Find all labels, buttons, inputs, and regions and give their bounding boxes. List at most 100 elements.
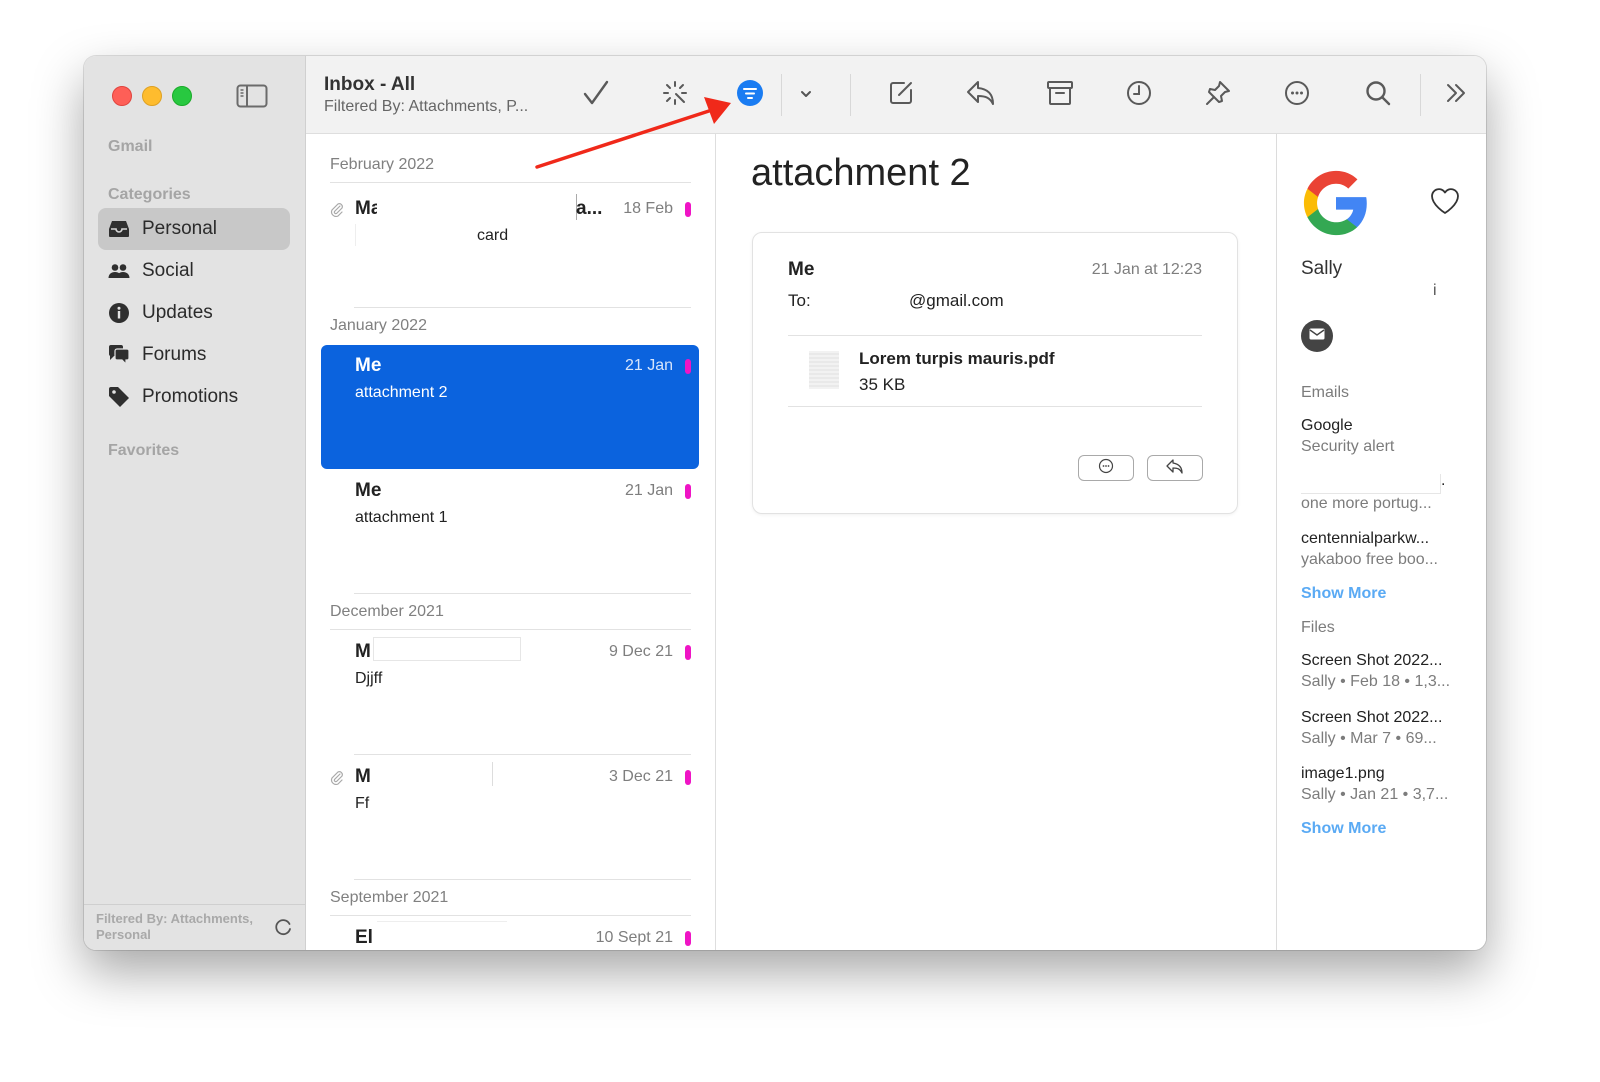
sidebar-item-updates[interactable]: Updates: [98, 292, 290, 334]
categorize-button[interactable]: [658, 78, 692, 112]
redacted-sender: [377, 921, 507, 945]
email-item-title[interactable]: Google: [1301, 417, 1353, 435]
toolbar: Inbox - All Filtered By: Attachments, P.…: [306, 56, 1486, 134]
message-row[interactable]: El 10 Sept 21: [321, 917, 699, 950]
message-list: February 2022 Ma a... 18 Feb card Januar…: [306, 134, 716, 950]
snooze-button[interactable]: [1122, 78, 1156, 112]
sidebar-item-label: Updates: [142, 302, 213, 323]
sidebar-item-label: Social: [142, 260, 194, 281]
toolbar-divider: [781, 74, 782, 116]
more-icon: [1283, 79, 1311, 112]
attachment-size: 35 KB: [859, 375, 906, 394]
zoom-window-button[interactable]: [172, 86, 192, 106]
message-subject: Ff: [355, 795, 370, 812]
search-button[interactable]: [1361, 78, 1395, 112]
email-item-title[interactable]: .: [1441, 472, 1445, 490]
email-item-title[interactable]: centennialparkw...: [1301, 530, 1429, 548]
pdf-thumbnail-icon[interactable]: [809, 351, 839, 389]
message-date: 21 Jan: [624, 357, 673, 374]
refresh-icon[interactable]: [273, 917, 293, 937]
sidebar-item-social[interactable]: Social: [98, 250, 290, 292]
emails-section-label: Emails: [1301, 384, 1350, 401]
message-date: 9 Dec 21: [608, 643, 673, 660]
email-item-subtitle: yakaboo free boo...: [1301, 551, 1438, 568]
reply-button[interactable]: [964, 78, 998, 112]
sidebar-item-promotions[interactable]: Promotions: [98, 376, 290, 418]
sidebar-toggle-icon[interactable]: [236, 84, 268, 108]
toolbar-divider: [850, 74, 851, 116]
paperclip-icon: [329, 769, 343, 786]
search-icon: [1364, 79, 1392, 112]
chevron-down-icon: [799, 86, 813, 104]
message-card: Me 21 Jan at 12:23 To: @gmail.com Lorem …: [752, 232, 1238, 514]
redacted-sender: [373, 637, 521, 661]
divider: [354, 879, 691, 880]
contact-detail-tail: i: [1433, 282, 1437, 299]
divider: [354, 754, 691, 755]
minimize-window-button[interactable]: [142, 86, 162, 106]
message-row[interactable]: M 9 Dec 21 Djjff: [321, 631, 699, 755]
divider: [330, 182, 691, 183]
file-item-title[interactable]: Screen Shot 2022...: [1301, 709, 1442, 727]
message-subject: attachment 1: [355, 509, 448, 526]
categories-label: Categories: [108, 186, 191, 203]
email-item-subtitle: Security alert: [1301, 438, 1395, 455]
reading-pane: attachment 2 Me 21 Jan at 12:23 To: @gma…: [716, 134, 1276, 950]
file-item-title[interactable]: Screen Shot 2022...: [1301, 652, 1442, 670]
redacted-sender: [377, 194, 577, 220]
message-row[interactable]: M 3 Dec 21 Ff: [321, 756, 699, 880]
more-actions-button[interactable]: [1280, 78, 1314, 112]
show-more-emails-link[interactable]: Show More: [1301, 585, 1386, 603]
filter-button[interactable]: [733, 78, 767, 112]
send-email-button[interactable]: [1301, 320, 1333, 352]
message-title: attachment 2: [751, 152, 971, 194]
chevrons-right-icon: [1444, 82, 1468, 109]
filter-status-bar: Filtered By: Attachments, Personal: [84, 904, 305, 950]
pin-button[interactable]: [1201, 78, 1235, 112]
account-label: Gmail: [108, 138, 153, 155]
flag-marker: [685, 931, 691, 946]
message-row[interactable]: Ma a... 18 Feb card: [321, 188, 699, 312]
more-icon: [1098, 458, 1114, 479]
sidebar-item-personal[interactable]: Personal: [98, 208, 290, 250]
flag-marker: [685, 359, 691, 374]
attachment-name[interactable]: Lorem turpis mauris.pdf: [859, 349, 1055, 369]
message-date: 3 Dec 21: [608, 768, 673, 785]
month-header: February 2022: [330, 156, 435, 173]
month-header: December 2021: [330, 603, 444, 620]
message-reply-button[interactable]: [1147, 455, 1203, 481]
sidebar-item-label: Promotions: [142, 386, 239, 407]
paperclip-icon: [329, 201, 343, 218]
file-item-subtitle: Sally • Jan 21 • 3,7...: [1301, 786, 1449, 803]
people-icon: [108, 260, 130, 282]
filter-icon: [736, 79, 764, 112]
divider: [354, 307, 691, 308]
contact-name: Sally: [1301, 258, 1343, 279]
mark-read-button[interactable]: [579, 78, 613, 112]
close-window-button[interactable]: [112, 86, 132, 106]
pin-icon: [1204, 79, 1232, 112]
compose-button[interactable]: [884, 78, 918, 112]
magic-wand-icon: [662, 80, 688, 111]
filter-options-button[interactable]: [789, 78, 823, 112]
mailbox-title: Inbox - All: [324, 74, 416, 95]
message-subject: Djjff: [355, 670, 383, 687]
divider: [330, 915, 691, 916]
sidebar-item-forums[interactable]: Forums: [98, 334, 290, 376]
envelope-icon: [1309, 327, 1325, 345]
chat-bubbles-icon: [108, 344, 130, 366]
file-item-subtitle: Sally • Mar 7 • 69...: [1301, 730, 1437, 747]
message-row-selected[interactable]: Me 21 Jan attachment 2: [321, 345, 699, 469]
message-row[interactable]: Me 21 Jan attachment 1: [321, 470, 699, 594]
message-more-button[interactable]: [1078, 455, 1134, 481]
overflow-button[interactable]: [1439, 78, 1473, 112]
compose-icon: [887, 79, 915, 112]
favorite-heart-icon[interactable]: [1429, 186, 1461, 216]
show-more-files-link[interactable]: Show More: [1301, 820, 1386, 838]
month-header: September 2021: [330, 889, 449, 906]
archive-button[interactable]: [1043, 78, 1077, 112]
redacted-email-title: [1301, 474, 1441, 494]
file-item-title[interactable]: image1.png: [1301, 765, 1385, 783]
message-sender: Me: [355, 355, 382, 376]
to-label: To:: [788, 291, 811, 310]
